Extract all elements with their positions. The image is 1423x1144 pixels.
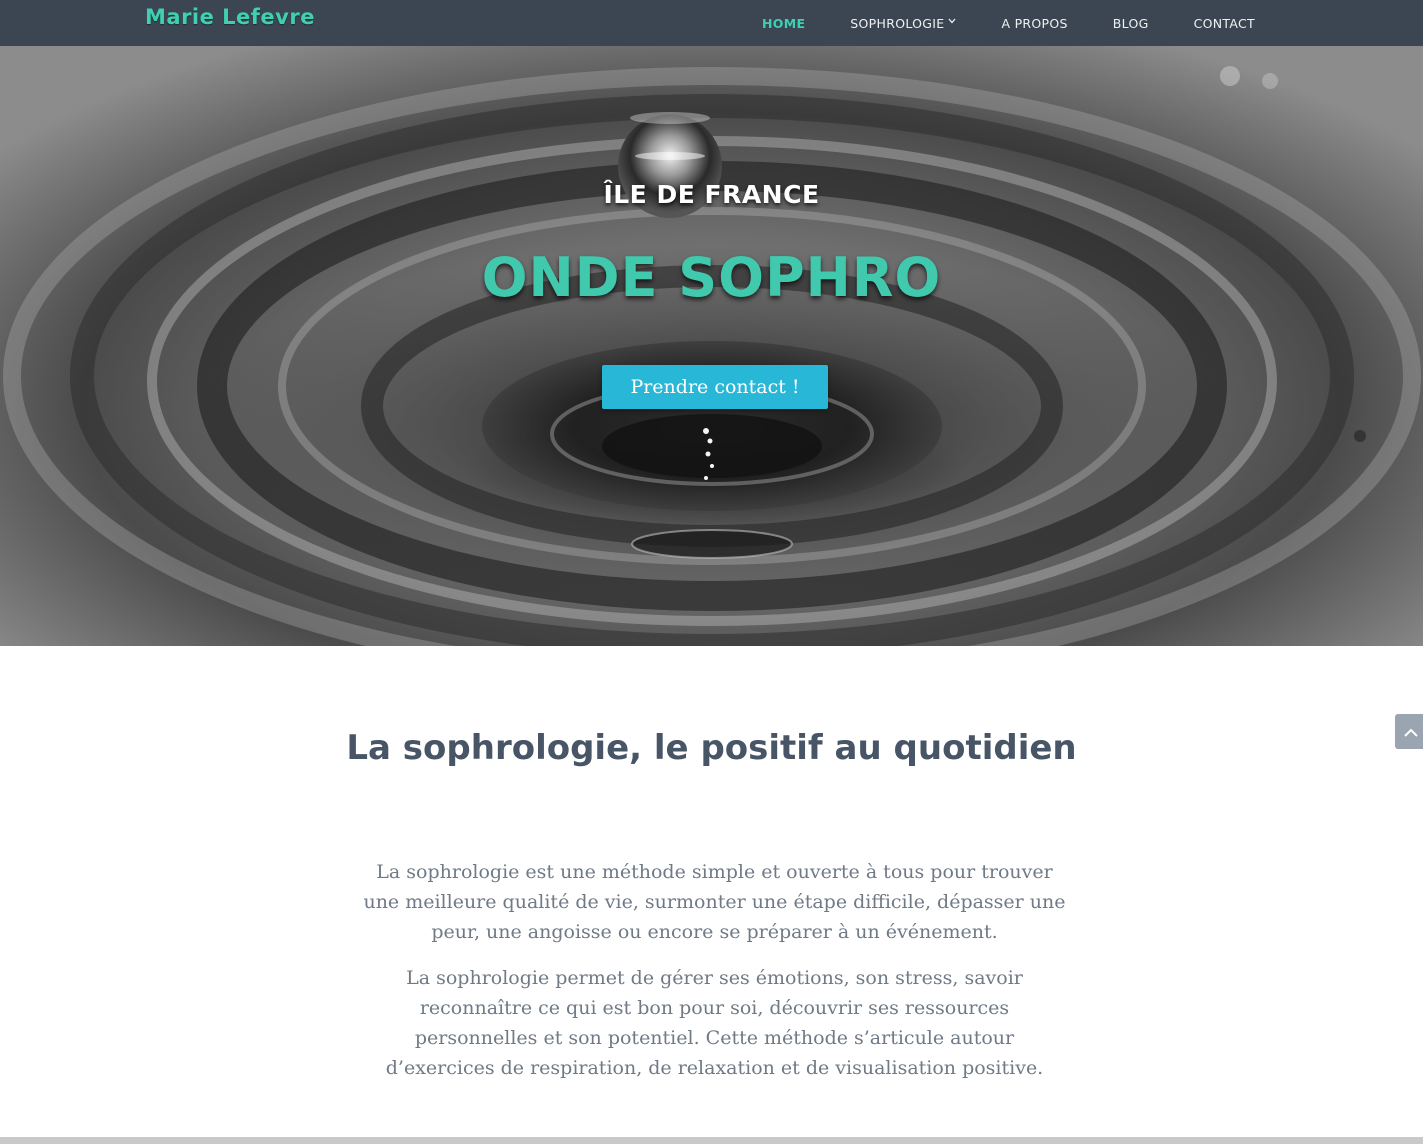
page: Marie Lefevre HOME SOPHROLOGIE A PROPOS … bbox=[0, 0, 1423, 1144]
nav-item-a-propos-label: A PROPOS bbox=[1001, 15, 1068, 31]
nav-item-contact-label: CONTACT bbox=[1193, 15, 1255, 31]
nav-item-sophrologie-label: SOPHROLOGIE bbox=[850, 15, 945, 31]
hero-title: ONDE SOPHRO bbox=[481, 246, 942, 309]
chevron-down-icon bbox=[948, 17, 956, 27]
section-heading: La sophrologie, le positif au quotidien bbox=[346, 728, 1077, 768]
water-drop-background bbox=[3, 66, 1421, 646]
contact-cta-button[interactable]: Prendre contact ! bbox=[602, 365, 828, 409]
intro-paragraph-2: La sophrologie permet de gérer ses émoti… bbox=[385, 967, 1044, 1079]
navbar: Marie Lefevre HOME SOPHROLOGIE A PROPOS … bbox=[0, 0, 1423, 46]
nav-item-blog[interactable]: BLOG bbox=[1113, 16, 1149, 31]
hero-subtitle: ÎLE DE FRANCE bbox=[603, 180, 820, 209]
site-logo[interactable]: Marie Lefevre bbox=[145, 5, 315, 29]
intro-paragraph-1: La sophrologie est une méthode simple et… bbox=[363, 861, 1066, 943]
nav-item-contact[interactable]: CONTACT bbox=[1194, 16, 1255, 31]
next-section-edge bbox=[0, 1137, 1423, 1144]
nav-item-blog-label: BLOG bbox=[1112, 15, 1149, 31]
nav-item-home-label: HOME bbox=[762, 15, 806, 31]
nav-item-a-propos[interactable]: A PROPOS bbox=[1001, 16, 1067, 31]
hero-banner: ÎLE DE FRANCE ONDE SOPHRO Prendre contac… bbox=[0, 46, 1423, 646]
chevron-up-icon bbox=[1404, 722, 1418, 741]
nav-item-home[interactable]: HOME bbox=[762, 16, 805, 31]
nav-item-sophrologie[interactable]: SOPHROLOGIE bbox=[850, 16, 956, 31]
scroll-to-top-button[interactable] bbox=[1395, 714, 1423, 749]
main-nav: HOME SOPHROLOGIE A PROPOS BLOG CONTACT bbox=[717, 0, 1255, 46]
